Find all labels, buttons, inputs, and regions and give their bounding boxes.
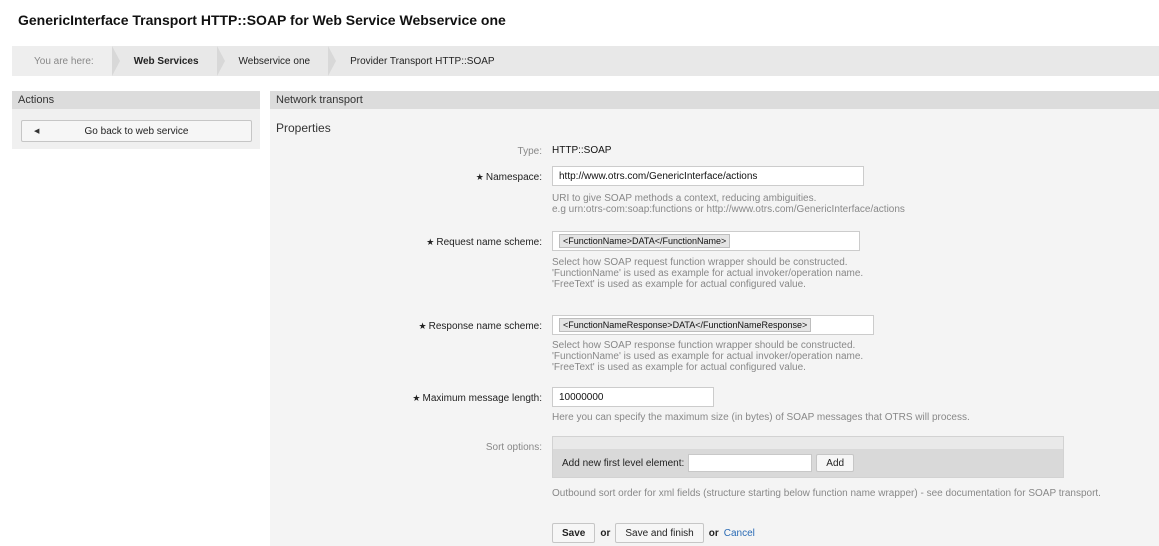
max-length-label: ★ Maximum message length: — [412, 393, 542, 404]
required-star-icon: ★ — [475, 172, 484, 182]
network-transport-panel: Network transport Properties Type: HTTP:… — [270, 91, 1159, 546]
required-star-icon: ★ — [418, 321, 427, 331]
breadcrumb-prefix: You are here: — [12, 46, 120, 76]
sort-add-bar: Add new first level element: Add — [553, 449, 1063, 477]
namespace-label: ★ Namespace: — [476, 172, 542, 183]
sidebar-header: Actions — [12, 91, 260, 109]
or-text: or — [600, 527, 611, 539]
add-element-button[interactable]: Add — [816, 454, 855, 472]
request-scheme-help-line: 'FreeText' is used as example for actual… — [552, 279, 806, 290]
breadcrumb-webservice-one[interactable]: Webservice one — [217, 46, 336, 76]
max-length-input[interactable]: 10000000 — [552, 387, 714, 407]
request-scheme-label-text: Request name scheme: — [436, 237, 542, 248]
request-scheme-value: <FunctionName>DATA</FunctionName> — [559, 234, 731, 248]
max-length-value: 10000000 — [559, 391, 604, 403]
form-actions: Save or Save and finish or Cancel — [552, 523, 755, 543]
cancel-link[interactable]: Cancel — [724, 528, 755, 539]
request-scheme-select[interactable]: <FunctionName>DATA</FunctionName> — [552, 231, 860, 251]
add-element-label: Add new first level element: — [562, 457, 685, 469]
request-scheme-help-line: 'FunctionName' is used as example for ac… — [552, 268, 864, 279]
response-scheme-label: ★ Response name scheme: — [419, 321, 542, 332]
go-back-button-label: Go back to web service — [84, 125, 189, 137]
response-scheme-value: <FunctionNameResponse>DATA</FunctionName… — [559, 318, 812, 332]
sort-options-label: Sort options: — [485, 442, 542, 453]
response-scheme-help-line: Select how SOAP response function wrappe… — [552, 340, 856, 351]
response-scheme-help-line: 'FunctionName' is used as example for ac… — [552, 351, 864, 362]
max-length-label-text: Maximum message length: — [422, 393, 543, 404]
actions-sidebar: Actions ◀ Go back to web service — [12, 91, 260, 149]
save-and-finish-button[interactable]: Save and finish — [615, 523, 704, 543]
response-scheme-label-text: Response name scheme: — [428, 321, 542, 332]
go-back-button[interactable]: ◀ Go back to web service — [21, 120, 252, 142]
namespace-help-line: URI to give SOAP methods a context, redu… — [552, 193, 817, 204]
request-scheme-help-line: Select how SOAP request function wrapper… — [552, 257, 848, 268]
required-star-icon: ★ — [426, 237, 435, 247]
or-text: or — [708, 527, 719, 539]
properties-title: Properties — [276, 121, 331, 135]
save-button[interactable]: Save — [552, 523, 596, 543]
max-length-help: Here you can specify the maximum size (i… — [552, 412, 970, 423]
namespace-value: http://www.otrs.com/GenericInterface/act… — [559, 170, 758, 182]
namespace-help-line: e.g urn:otrs-com:soap:functions or http:… — [552, 204, 905, 215]
namespace-label-text: Namespace: — [485, 172, 542, 183]
required-star-icon: ★ — [412, 393, 421, 403]
namespace-input[interactable]: http://www.otrs.com/GenericInterface/act… — [552, 166, 864, 186]
add-element-input[interactable] — [688, 454, 813, 472]
page-title: GenericInterface Transport HTTP::SOAP fo… — [18, 12, 506, 28]
breadcrumb-current: Provider Transport HTTP::SOAP — [350, 55, 495, 67]
namespace-help: URI to give SOAP methods a context, redu… — [552, 193, 905, 215]
sort-options-help: Outbound sort order for xml fields (stru… — [552, 488, 1101, 499]
response-scheme-help-line: 'FreeText' is used as example for actual… — [552, 362, 806, 373]
request-scheme-help: Select how SOAP request function wrapper… — [552, 257, 863, 290]
type-label: Type: — [517, 146, 542, 157]
breadcrumb: You are here: Web Services Webservice on… — [12, 46, 1159, 76]
request-scheme-label: ★ Request name scheme: — [426, 237, 542, 248]
response-scheme-help: Select how SOAP response function wrappe… — [552, 340, 863, 373]
response-scheme-select[interactable]: <FunctionNameResponse>DATA</FunctionName… — [552, 315, 874, 335]
panel-header: Network transport — [270, 91, 1159, 109]
breadcrumb-web-services[interactable]: Web Services — [112, 46, 225, 76]
sort-options-box: Add new first level element: Add — [552, 436, 1064, 478]
type-value: HTTP::SOAP — [552, 145, 612, 156]
